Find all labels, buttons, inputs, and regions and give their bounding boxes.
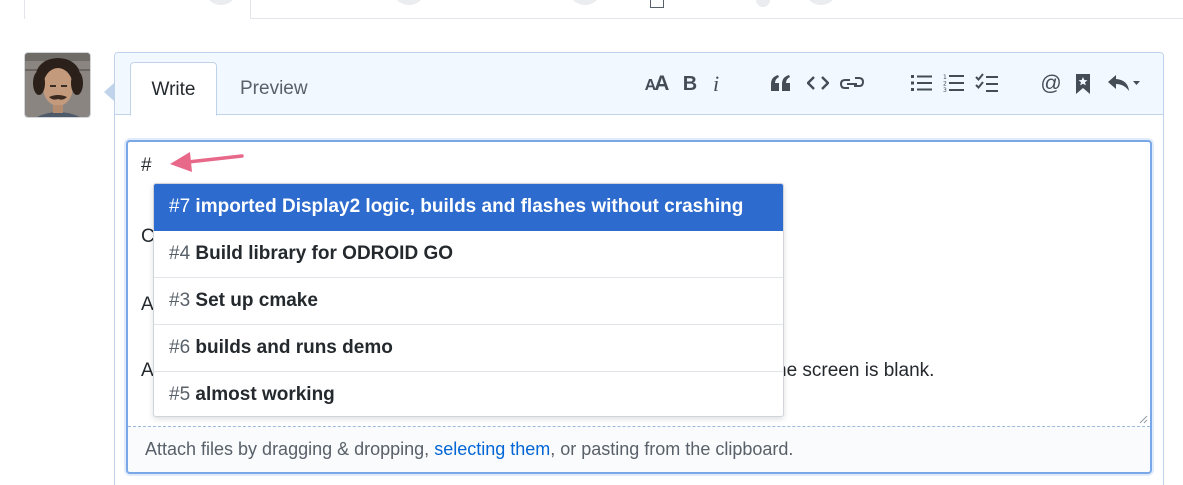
quote-icon[interactable] (770, 74, 792, 104)
suggestion-item[interactable]: #4 Build library for ODROID GO (154, 231, 783, 278)
header-text-icon[interactable]: AA (642, 69, 670, 99)
select-files-link[interactable]: selecting them (434, 439, 550, 459)
suggestion-title: Build library for ODROID GO (195, 243, 453, 264)
tab-counter-badge (568, 0, 602, 5)
attach-text-before: Attach files by dragging & dropping, (145, 439, 435, 459)
suggestion-item[interactable]: #5 almost working (154, 372, 783, 416)
comment-caret (104, 83, 114, 101)
suggestion-title: Set up cmake (195, 290, 318, 311)
annotation-arrow-icon (170, 152, 244, 172)
link-icon[interactable] (840, 74, 864, 104)
tab-strip-border (250, 18, 1183, 19)
editor-line-tail: ne screen is blank. (776, 360, 935, 381)
resize-handle-icon[interactable] (1138, 414, 1148, 424)
unordered-list-icon[interactable] (911, 74, 933, 104)
suggestion-item[interactable]: #7 imported Display2 logic, builds and f… (154, 184, 783, 231)
bold-icon[interactable]: B (680, 69, 700, 99)
suggestion-number: #5 (169, 384, 191, 405)
code-icon[interactable] (807, 75, 829, 105)
tab-counter-badge (392, 0, 426, 5)
suggestion-item[interactable]: #3 Set up cmake (154, 278, 783, 325)
ordered-list-icon[interactable]: 123 (943, 73, 965, 103)
tab-counter-badge (756, 0, 770, 7)
suggestion-number: #6 (169, 337, 191, 358)
attach-text: Attach files by dragging & dropping, sel… (145, 439, 793, 460)
tab-divider (250, 0, 251, 19)
svg-text:3: 3 (943, 87, 947, 93)
suggestion-title: almost working (195, 384, 335, 405)
tab-counter-badge (204, 0, 238, 5)
reply-icon[interactable] (1107, 74, 1141, 104)
bookmark-icon[interactable] (1075, 73, 1091, 103)
suggestion-title: imported Display2 logic, builds and flas… (195, 196, 744, 217)
tab-divider (24, 0, 25, 19)
editor-hash-text: # (141, 155, 152, 176)
suggestion-number: #7 (169, 196, 191, 217)
comment-header: Write Preview AA B i 123 @ (115, 53, 1163, 116)
top-tab-strip (0, 0, 1183, 19)
mention-icon[interactable]: @ (1040, 69, 1062, 99)
tab-counter-badge (804, 0, 838, 5)
tab-preview[interactable]: Preview (222, 62, 326, 116)
suggestion-item[interactable]: #6 builds and runs demo (154, 325, 783, 372)
file-attach-bar[interactable]: Attach files by dragging & dropping, sel… (128, 426, 1150, 472)
editor-line: A (141, 360, 154, 381)
suggestion-title: builds and runs demo (195, 337, 393, 358)
suggestion-number: #3 (169, 290, 191, 311)
attach-text-after: , or pasting from the clipboard. (550, 439, 794, 459)
tab-write[interactable]: Write (130, 62, 217, 116)
file-icon (650, 0, 664, 8)
avatar[interactable] (24, 52, 91, 118)
editor-line: A (141, 294, 154, 315)
task-list-icon[interactable] (975, 73, 999, 103)
issue-suggestion-list: #7 imported Display2 logic, builds and f… (153, 183, 784, 417)
italic-icon[interactable]: i (709, 69, 723, 99)
suggestion-number: #4 (169, 243, 191, 264)
